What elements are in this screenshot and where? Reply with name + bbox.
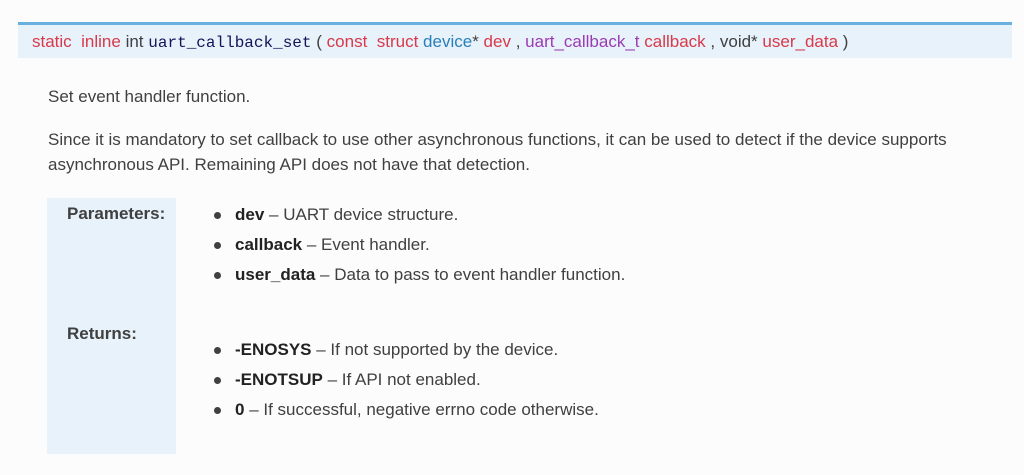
details-text: Since it is mandatory to set callback to… [48, 130, 947, 174]
function-signature: static inline int uart_callback_set ( co… [18, 22, 1012, 58]
list-item: user_data – Data to pass to event handle… [214, 260, 625, 290]
open-paren: ( [316, 32, 322, 51]
return-desc: – If API not enabled. [322, 370, 481, 389]
keyword-inline: inline [81, 32, 121, 51]
close-paren: ) [842, 32, 849, 51]
bullet-icon [214, 242, 221, 249]
keyword-struct: struct [376, 32, 419, 51]
keyword-const: const [326, 32, 368, 51]
param-type-void: void* [719, 32, 758, 51]
param-name: dev [235, 205, 265, 224]
summary-text: Set event handler function. [48, 87, 251, 106]
param-type-uart-callback-link[interactable]: uart_callback_t [525, 32, 639, 51]
comma: , [710, 32, 716, 51]
returns-heading: Returns: [67, 324, 137, 343]
param-name-dev: dev [483, 32, 511, 51]
pointer-star: * [472, 32, 479, 51]
list-item: callback – Event handler. [214, 230, 625, 260]
param-name-user-data: user_data [762, 32, 839, 51]
keyword-static: static [32, 32, 72, 51]
return-desc: – If not supported by the device. [311, 340, 559, 359]
return-value: -ENOTSUP [235, 370, 323, 389]
param-desc: – Event handler. [302, 235, 430, 254]
return-desc: – If successful, negative errno code oth… [244, 400, 599, 419]
function-name[interactable]: uart_callback_set [148, 34, 311, 52]
returns-list: -ENOSYS – If not supported by the device… [214, 335, 599, 425]
bullet-icon [214, 272, 221, 279]
param-desc: – Data to pass to event handler function… [315, 265, 626, 284]
list-item: 0 – If successful, negative errno code o… [214, 395, 599, 425]
comma: , [515, 32, 521, 51]
return-type: int [125, 32, 144, 51]
bullet-icon [214, 407, 221, 414]
bullet-icon [214, 347, 221, 354]
doc-page: static inline int uart_callback_set ( co… [0, 0, 1024, 475]
param-name: user_data [235, 265, 316, 284]
list-item: -ENOTSUP – If API not enabled. [214, 365, 599, 395]
bullet-icon [214, 377, 221, 384]
param-name: callback [235, 235, 303, 254]
list-item: -ENOSYS – If not supported by the device… [214, 335, 599, 365]
bullet-icon [214, 212, 221, 219]
param-name-callback: callback [644, 32, 706, 51]
parameters-list: dev – UART device structure. callback – … [214, 200, 625, 290]
param-type-device-link[interactable]: device [423, 32, 472, 51]
parameters-heading: Parameters: [67, 204, 166, 223]
list-item: dev – UART device structure. [214, 200, 625, 230]
param-desc: – UART device structure. [264, 205, 459, 224]
return-value: -ENOSYS [235, 340, 312, 359]
